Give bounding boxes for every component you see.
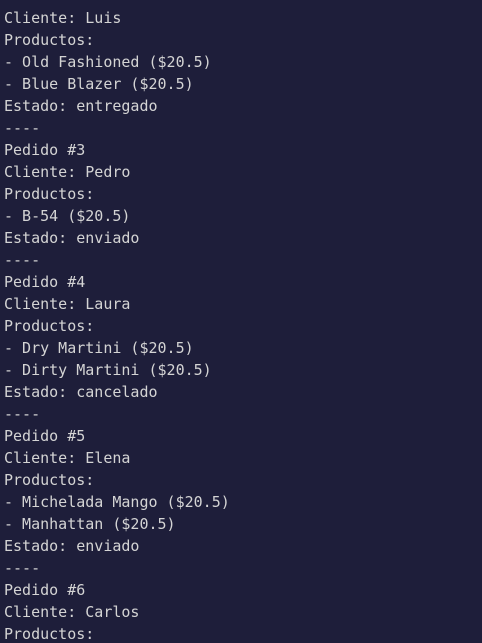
terminal-output: Cliente: Luis Productos: - Old Fashioned… xyxy=(0,0,482,643)
output-line-producto: - Dirty Martini ($20.5) xyxy=(4,361,212,379)
output-line-separator: ---- xyxy=(4,559,41,577)
output-line-producto: - Dry Martini ($20.5) xyxy=(4,339,194,357)
output-line-productos: Productos: xyxy=(4,185,95,203)
output-line-cliente: Cliente: Pedro xyxy=(4,163,131,181)
output-line-productos: Productos: xyxy=(4,471,95,489)
output-line-productos: Productos: xyxy=(4,31,95,49)
output-line-pedido: Pedido #4 xyxy=(4,273,86,291)
output-line-producto: - B-54 ($20.5) xyxy=(4,207,131,225)
output-line-pedido: Pedido #6 xyxy=(4,581,86,599)
output-line-separator: ---- xyxy=(4,119,41,137)
output-line-estado: Estado: enviado xyxy=(4,537,140,555)
output-line-estado: Estado: cancelado xyxy=(4,383,158,401)
output-line-cliente: Cliente: Luis xyxy=(4,9,122,27)
output-line-estado: Estado: enviado xyxy=(4,229,140,247)
output-line-productos: Productos: xyxy=(4,625,95,643)
output-line-estado: Estado: entregado xyxy=(4,97,158,115)
output-line-separator: ---- xyxy=(4,251,41,269)
output-line-cliente: Cliente: Laura xyxy=(4,295,131,313)
output-line-cliente: Cliente: Elena xyxy=(4,449,131,467)
output-line-pedido: Pedido #3 xyxy=(4,141,86,159)
output-line-producto: - Old Fashioned ($20.5) xyxy=(4,53,212,71)
output-line-producto: - Blue Blazer ($20.5) xyxy=(4,75,194,93)
output-line-pedido: Pedido #5 xyxy=(4,427,86,445)
output-line-producto: - Manhattan ($20.5) xyxy=(4,515,176,533)
output-line-producto: - Michelada Mango ($20.5) xyxy=(4,493,230,511)
output-line-cliente: Cliente: Carlos xyxy=(4,603,140,621)
output-line-separator: ---- xyxy=(4,405,41,423)
output-line-productos: Productos: xyxy=(4,317,95,335)
